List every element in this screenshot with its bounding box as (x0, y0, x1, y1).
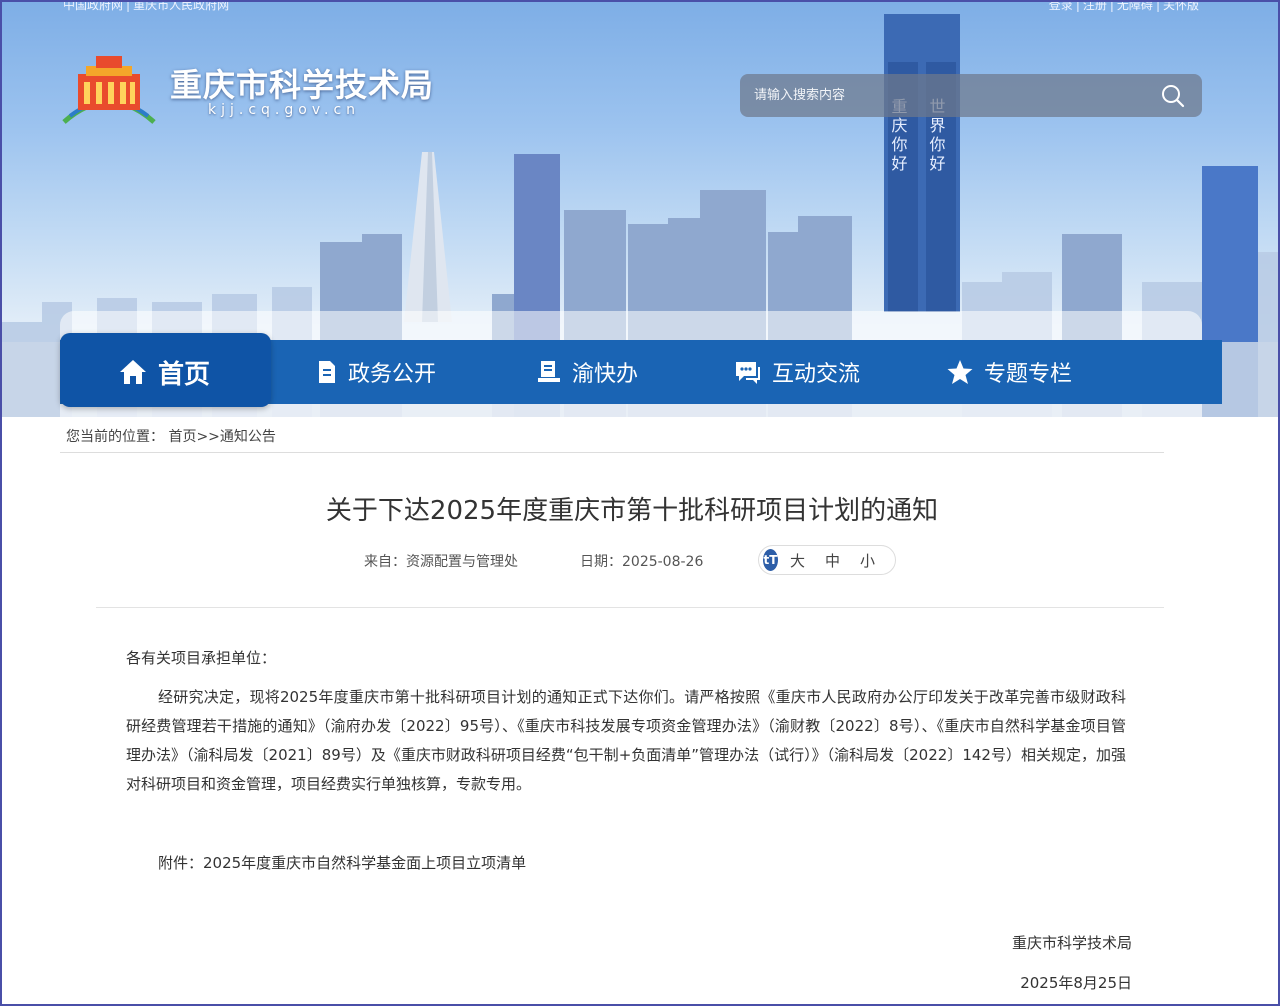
desk-icon (538, 361, 560, 382)
breadcrumb-prefix: 您当前的位置： (66, 429, 164, 445)
article-signature: 重庆市科学技术局 (1011, 934, 1132, 952)
font-size-icon: tT (763, 549, 778, 571)
nav-label-gov-affairs: 政务公开 (348, 362, 437, 387)
breadcrumb: 您当前的位置： 首页>>通知公告 (66, 426, 276, 446)
article-title: 关于下达2025年度重庆市第十批科研项目计划的通知 (325, 496, 939, 526)
breadcrumb-divider (60, 452, 1164, 453)
top-links-left: 中国政府网 | 重庆市人民政府网 (60, 2, 232, 13)
gov-link[interactable]: 中国政府网 (63, 2, 123, 12)
site-domain: kjj.cq.gov.cn (208, 102, 361, 118)
site-name: 重庆市科学技术局 (170, 66, 435, 104)
nav-item-special-topics[interactable]: 专题专栏 (946, 340, 1072, 404)
nav-label-special-topics: 专题专栏 (984, 362, 1073, 387)
search-icon[interactable] (1160, 83, 1186, 109)
home-icon (120, 360, 146, 384)
title-divider (96, 607, 1164, 608)
cq-gov-link[interactable]: 重庆市人民政府网 (133, 2, 229, 12)
article-salutation: 各有关项目承担单位： (126, 649, 277, 667)
nav-item-interaction[interactable]: 互动交流 (734, 340, 860, 404)
site-logo[interactable] (60, 52, 158, 130)
care-mode-link[interactable]: 关怀版 (1163, 2, 1199, 12)
article-body: 经研究决定，现将2025年度重庆市第十批科研项目计划的通知正式下达你们。请严格按… (126, 688, 1126, 793)
nav-label-home: 首页 (158, 359, 211, 390)
font-size-switcher: tT 大 中 小 (758, 545, 896, 575)
header-banner: 重庆你好 世界你好 中国政府网 | 重庆市人民政府网 登录 | 注册 | 无障碍 | 关怀版 重… (2, 2, 1278, 417)
breadcrumb-home-link[interactable]: 首页 (168, 429, 196, 445)
search-input[interactable] (754, 74, 1144, 117)
accessibility-link[interactable]: 无障碍 (1117, 2, 1153, 12)
article-date: 日期：2025-08-26 (580, 554, 704, 570)
breadcrumb-separator: >> (196, 429, 220, 445)
star-icon (947, 360, 973, 384)
login-link[interactable]: 登录 (1049, 2, 1073, 12)
chat-icon (736, 362, 760, 384)
page-frame: 重庆你好 世界你好 中国政府网 | 重庆市人民政府网 登录 | 注册 | 无障碍 | 关怀版 重… (0, 0, 1280, 1006)
nav-item-gov-affairs[interactable]: 政务公开 (316, 340, 436, 404)
breadcrumb-current-link[interactable]: 通知公告 (220, 429, 276, 445)
nav-item-yukuaiban[interactable]: 渝快办 (536, 340, 638, 404)
font-size-small[interactable]: 小 (860, 550, 875, 571)
article-attachment[interactable]: 附件：2025年度重庆市自然科学基金面上项目立项清单 (158, 852, 526, 873)
article-sign-date: 2025年8月25日 (1020, 974, 1132, 992)
search-box (740, 74, 1202, 117)
nav-label-yukuaiban: 渝快办 (572, 362, 639, 387)
nav-item-home[interactable]: 首页 (118, 340, 210, 404)
register-link[interactable]: 注册 (1083, 2, 1107, 12)
font-size-large[interactable]: 大 (790, 550, 805, 571)
nav-label-interaction: 互动交流 (772, 362, 861, 387)
document-icon (319, 361, 335, 383)
font-size-medium[interactable]: 中 (825, 550, 840, 571)
article-source: 来自：资源配置与管理处 (364, 554, 518, 570)
top-links-right: 登录 | 注册 | 无障碍 | 关怀版 (1046, 2, 1202, 13)
